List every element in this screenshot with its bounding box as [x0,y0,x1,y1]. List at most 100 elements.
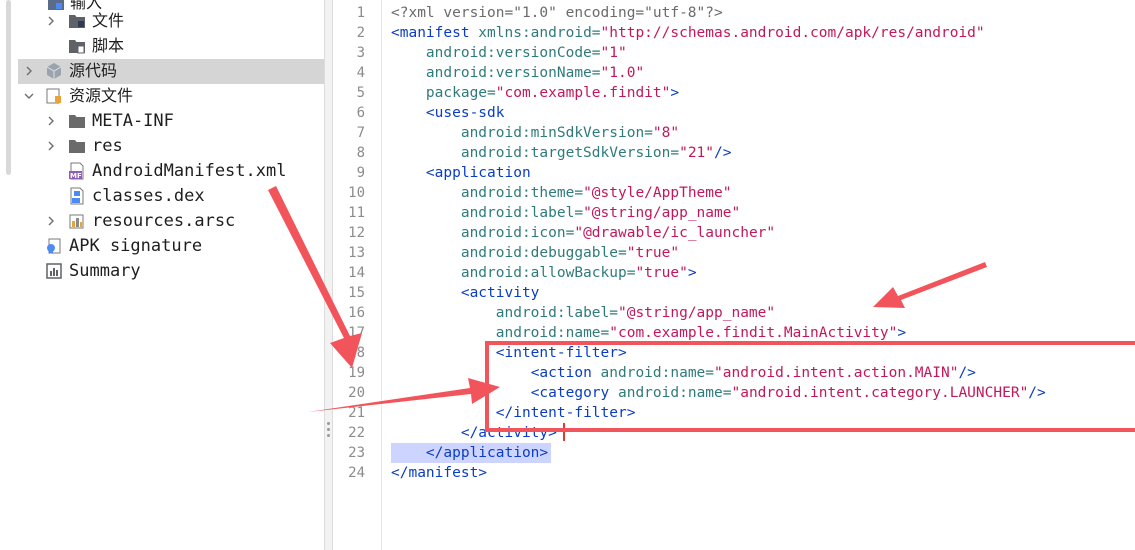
chevron-right-icon[interactable] [44,139,58,153]
code-token: <application [425,165,531,181]
chevron-right-icon[interactable] [44,14,58,28]
code-token: "@drawable/ic_launcher" [574,225,776,241]
code-token: xmlns:android= [469,25,601,41]
line-number: 22 [348,425,365,441]
tree-item-resources[interactable]: 资源文件 [18,84,324,109]
code-token: android:label= [460,205,584,221]
line-number-gutter: 1 2 3 4 5 6 7 8 9 10 11 12 13 14 15 16 17 18 19 20 21 22 23 24 [333,0,382,550]
code-line[interactable]: android:label="@string/app_name" [391,203,740,223]
code-line[interactable]: android:versionName="1.0" [391,63,644,83]
code-token: "http://schemas.android.com/apk/res/andr… [600,25,985,41]
code-line[interactable]: <application [391,163,531,183]
code-line[interactable]: </intent-filter> [391,403,636,423]
tree-item-android-manifest[interactable]: MF AndroidManifest.xml [18,159,324,184]
tree-item-label: META-INF [92,111,174,131]
code-token: android:label= [495,305,618,321]
code-line[interactable]: android:name="com.example.findit.MainAct… [391,323,906,343]
tree-item-scripts[interactable]: 脚本 [18,34,324,59]
code-line[interactable]: <manifest xmlns:android="http://schemas.… [391,23,985,43]
code-token: "com.example.findit.MainActivity" [609,325,898,341]
code-token: <activity [460,285,540,301]
code-line[interactable]: android:targetSdkVersion="21"/> [391,143,732,163]
code-token: "8" [652,125,680,141]
code-line[interactable]: </activity> [391,423,557,443]
line-number: 9 [356,165,365,181]
code-line[interactable]: <action android:name="android.intent.act… [391,363,976,383]
tree-item-meta-inf[interactable]: META-INF [18,109,324,134]
code-token: android:allowBackup= [460,265,636,281]
line-number: 10 [348,185,365,201]
code-line[interactable]: android:debuggable="true" [391,243,679,263]
tree-item-label: 资源文件 [69,86,134,105]
code-token: android:minSdkVersion= [460,125,653,141]
tree-item-classes-dex[interactable]: classes.dex [18,184,324,209]
panel-splitter[interactable] [324,0,333,550]
tree-item-files[interactable]: 文件 [18,9,324,34]
project-tree-panel: 输入 文件 脚本 源代码 资源文件 META-INF res MF Androi… [0,0,324,550]
code-token: "1" [600,45,627,61]
code-editor[interactable]: <?xml version="1.0" encoding="utf-8"?> <m… [391,0,1135,550]
resource-folder-icon [45,87,63,105]
code-token: <?xml version="1.0" encoding="utf-8"?> [391,5,723,21]
code-line[interactable]: android:theme="@style/AppTheme" [391,183,732,203]
code-line[interactable]: android:label="@string/app_name" [391,303,775,323]
code-line[interactable]: <activity [391,283,540,303]
tree-scrollbar[interactable] [6,0,11,175]
code-line[interactable]: android:versionCode="1" [391,43,627,63]
code-line[interactable]: </manifest> [391,463,487,483]
dex-file-icon [68,187,86,205]
code-line[interactable]: android:allowBackup="true"> [391,263,697,283]
code-token: > [897,325,907,341]
code-line[interactable]: <?xml version="1.0" encoding="utf-8"?> [391,3,723,23]
manifest-file-icon: MF [68,162,86,180]
chevron-right-icon[interactable] [44,214,58,228]
tree-item-summary[interactable]: Summary [18,259,324,284]
folder-icon [68,112,86,130]
code-token: android:icon= [460,225,575,241]
tree-item-apk-signature[interactable]: APK signature [18,234,324,259]
summary-icon [45,262,63,280]
code-token: "21" [679,145,715,161]
text-cursor [563,423,565,441]
code-line[interactable]: package="com.example.findit"> [391,83,679,103]
code-token: "com.example.findit" [495,85,671,101]
code-line[interactable]: </application> [391,443,548,463]
code-line[interactable]: <intent-filter> [391,343,627,363]
tree-item-label: 源代码 [69,61,118,80]
folder-file-icon [68,12,86,30]
tree-item-label: Summary [69,261,141,281]
code-line[interactable]: android:minSdkVersion="8" [391,123,679,143]
code-token: "android.intent.action.MAIN" [714,365,959,381]
tree-item-source-code[interactable]: 源代码 [18,59,324,84]
code-token: <action [530,365,592,381]
code-line[interactable]: <uses-sdk [391,103,505,123]
chevron-right-icon[interactable] [22,64,36,78]
code-token: android:name= [591,365,715,381]
line-number: 3 [356,45,365,61]
tree-item-label: classes.dex [92,186,205,206]
chevron-right-icon[interactable] [44,114,58,128]
code-token: </application> [425,445,549,461]
chevron-down-icon[interactable] [22,89,36,103]
line-number: 18 [348,345,365,361]
tree-item-res[interactable]: res [18,134,324,159]
code-token: </manifest> [391,465,488,481]
code-token: "android.intent.category.LAUNCHER" [731,385,1029,401]
code-token: android:versionName= [425,65,601,81]
code-token: /> [1028,385,1046,401]
tree-item-resources-arsc[interactable]: resources.arsc [18,209,324,234]
code-line[interactable]: android:icon="@drawable/ic_launcher" [391,223,775,243]
arsc-file-icon [68,212,86,230]
code-line[interactable]: <category android:name="android.intent.c… [391,383,1046,403]
line-number: 4 [356,65,365,81]
